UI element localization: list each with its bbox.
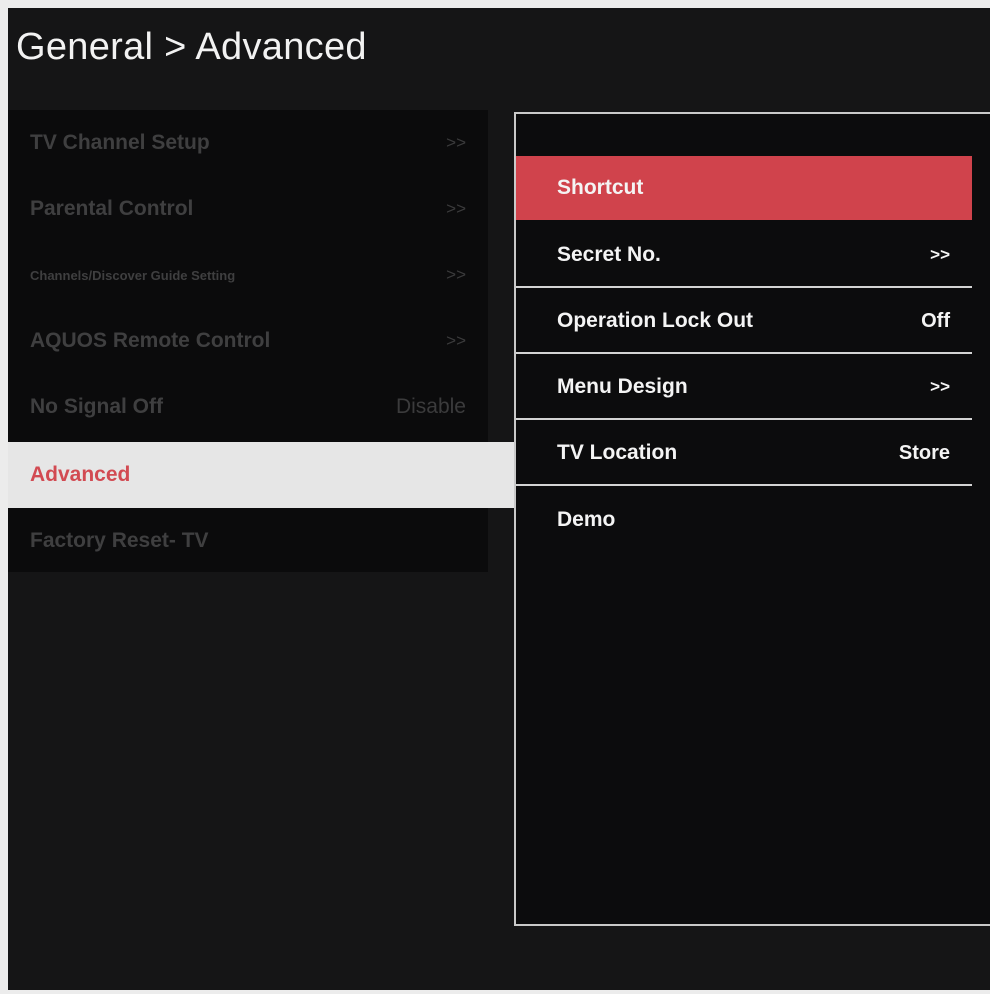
menu-item-value: Disable (395, 395, 466, 418)
menu-item-label: Factory Reset- TV (30, 529, 209, 552)
menu-item-aquos-remote-control[interactable]: AQUOS Remote Control >> (8, 308, 488, 374)
chevron-right-icon: >> (930, 245, 950, 264)
submenu-item-secret-no[interactable]: Secret No. >> (516, 224, 972, 288)
menu-item-label: No Signal Off (30, 395, 163, 418)
advanced-submenu: Shortcut Secret No. >> Operation Lock Ou… (514, 112, 990, 926)
page-title: General > Advanced (16, 26, 367, 68)
submenu-item-label: Demo (557, 508, 616, 531)
submenu-item-tv-location[interactable]: TV Location Store (516, 422, 972, 486)
menu-item-advanced[interactable]: Advanced (8, 442, 516, 508)
submenu-item-value: Off (921, 309, 950, 332)
chevron-right-icon: >> (446, 199, 466, 218)
tv-settings-screen: General > Advanced TV Channel Setup >> P… (8, 8, 990, 990)
submenu-item-label: Menu Design (557, 375, 688, 398)
chevron-right-icon: >> (446, 133, 466, 152)
menu-item-label: Parental Control (30, 197, 194, 220)
chevron-right-icon: >> (446, 265, 466, 284)
menu-item-parental-control[interactable]: Parental Control >> (8, 176, 488, 242)
menu-item-tv-channel-setup[interactable]: TV Channel Setup >> (8, 110, 488, 176)
menu-item-label: TV Channel Setup (30, 131, 210, 154)
submenu-item-label: TV Location (557, 441, 678, 464)
submenu-item-value: Store (898, 441, 950, 464)
menu-item-no-signal-off[interactable]: No Signal Off Disable (8, 374, 488, 440)
chevron-right-icon: >> (446, 331, 466, 350)
menu-item-factory-reset-tv[interactable]: Factory Reset- TV (8, 508, 488, 574)
submenu-item-label: Shortcut (557, 176, 644, 199)
menu-item-label: AQUOS Remote Control (30, 329, 271, 352)
submenu-item-shortcut[interactable]: Shortcut (516, 156, 972, 220)
submenu-item-demo[interactable]: Demo (516, 488, 972, 552)
left-menu: TV Channel Setup >> Parental Control >> … (8, 110, 516, 574)
submenu-item-menu-design[interactable]: Menu Design >> (516, 356, 972, 420)
submenu-item-label: Operation Lock Out (557, 309, 754, 332)
chevron-right-icon: >> (930, 377, 950, 396)
submenu-item-operation-lock-out[interactable]: Operation Lock Out Off (516, 290, 972, 354)
menu-item-label: Channels/Discover Guide Setting (30, 267, 236, 283)
submenu-item-label: Secret No. (557, 243, 661, 266)
menu-item-channels-discover-guide-setting[interactable]: Channels/Discover Guide Setting >> (8, 242, 488, 308)
menu-item-label: Advanced (30, 463, 131, 486)
